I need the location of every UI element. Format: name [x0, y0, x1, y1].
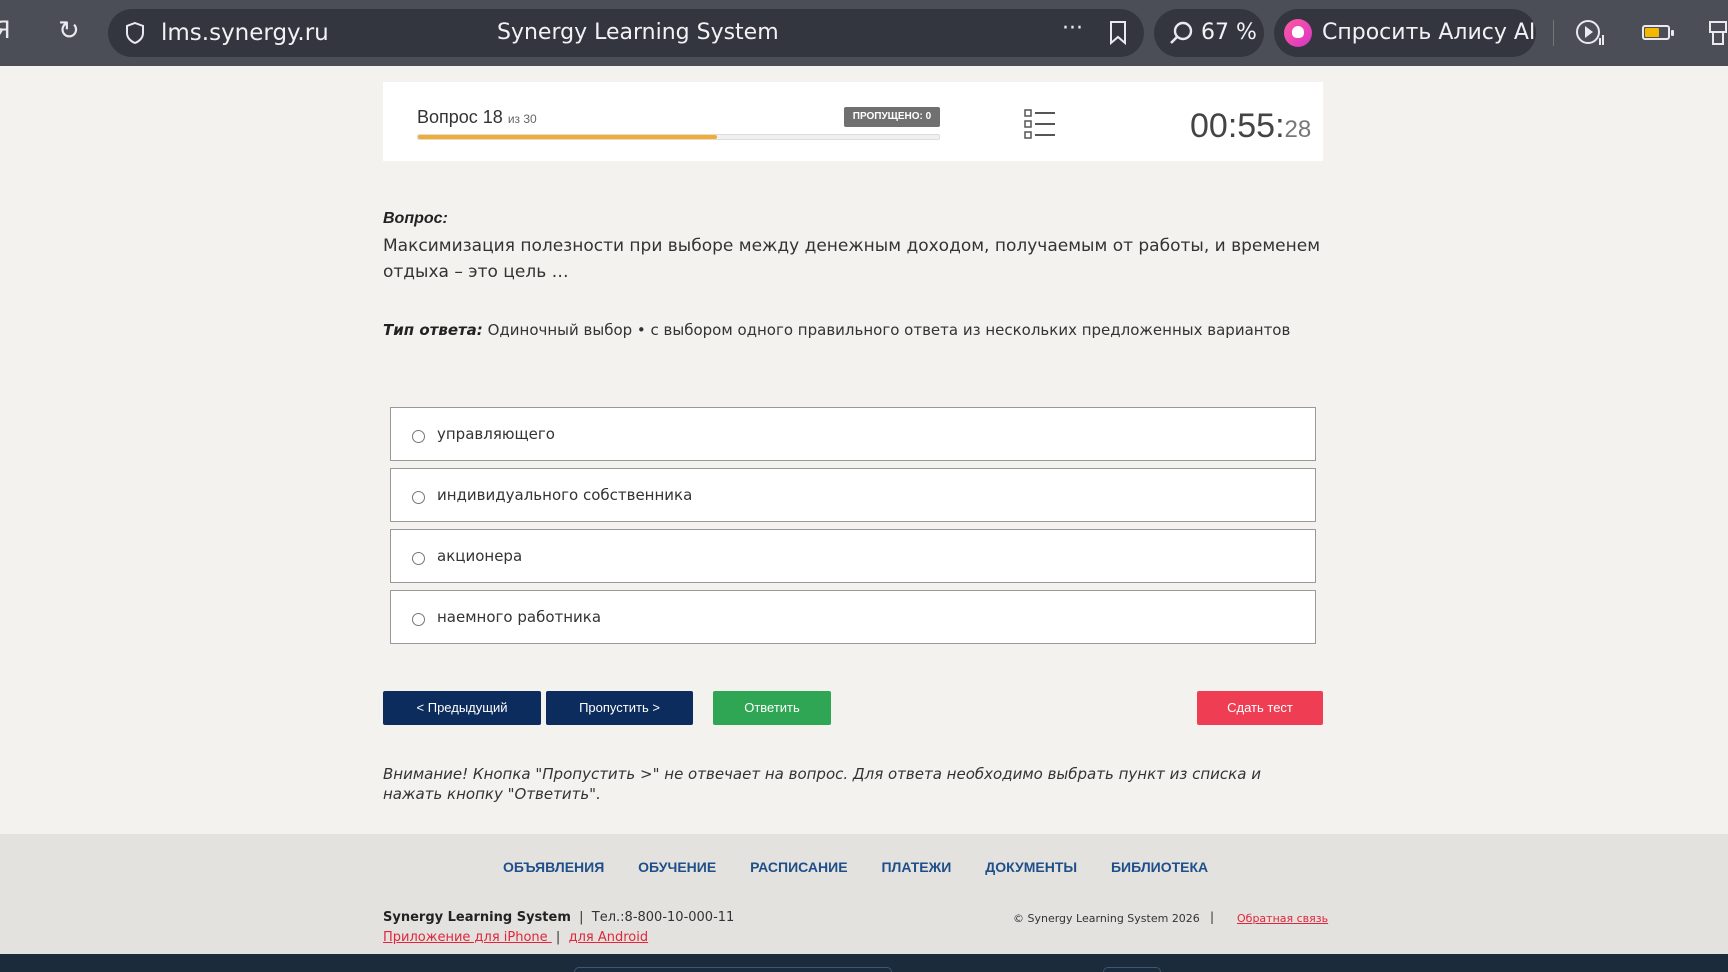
radio-button[interactable]	[412, 430, 425, 443]
countdown-timer: 00:55:28	[1190, 107, 1311, 146]
zoom-magnifier-icon[interactable]	[1168, 20, 1194, 46]
footer	[0, 834, 1728, 954]
answer-type-label: Тип ответа:	[383, 321, 483, 339]
answer-type-value: Одиночный выбор • с выбором одного прави…	[482, 321, 1291, 339]
footer-divider: |	[551, 930, 565, 945]
question-counter: Вопрос 18 из 30	[417, 107, 537, 128]
radio-button[interactable]	[412, 491, 425, 504]
shield-icon[interactable]	[124, 21, 146, 45]
answer-option[interactable]: индивидуального собственника	[390, 468, 1316, 522]
toolbar-divider	[1553, 20, 1554, 46]
footer-contact: Synergy Learning System | Тел.:8-800-10-…	[383, 910, 734, 925]
footer-app-links: Приложение для iPhone | для Android	[383, 930, 648, 945]
browser-toolbar: Я ↻ lms.synergy.ru Synergy Learning Syst…	[0, 0, 1728, 66]
page-title-in-address-bar: Synergy Learning System	[497, 20, 779, 45]
answer-button[interactable]: Ответить	[713, 691, 831, 725]
reload-icon[interactable]: ↻	[58, 18, 80, 44]
question-text: Максимизация полезности при выборе между…	[383, 236, 1321, 282]
answer-option-label: наемного работника	[437, 608, 602, 626]
taskbar-search[interactable]	[574, 967, 892, 972]
footer-nav: ОБЪЯВЛЕНИЯ ОБУЧЕНИЕ РАСПИСАНИЕ ПЛАТЕЖИ Д…	[503, 859, 1238, 875]
answer-option[interactable]: наемного работника	[390, 590, 1316, 644]
progress-bar	[417, 134, 940, 140]
yandex-logo-icon[interactable]: Я	[0, 18, 11, 42]
question-number: Вопрос 18	[417, 107, 503, 127]
footer-nav-library[interactable]: БИБЛИОТЕКА	[1111, 859, 1208, 875]
ask-alice-label[interactable]: Спросить Алису AI	[1322, 20, 1535, 45]
answer-type: Тип ответа: Одиночный выбор • с выбором …	[383, 321, 1290, 339]
question-heading: Вопрос:	[383, 210, 448, 227]
timer-seconds: 28	[1284, 116, 1312, 143]
footer-phone: Тел.:8-800-10-000-11	[591, 910, 735, 925]
zoom-level[interactable]: 67 %	[1201, 20, 1257, 45]
extensions-icon[interactable]	[1706, 18, 1728, 48]
url-text[interactable]: lms.synergy.ru	[161, 20, 329, 46]
footer-nav-announcements[interactable]: ОБЪЯВЛЕНИЯ	[503, 859, 604, 875]
bookmark-icon[interactable]	[1107, 20, 1129, 46]
answer-option-label: акционера	[437, 547, 523, 565]
android-app-link[interactable]: для Android	[569, 930, 649, 945]
footer-nav-documents[interactable]: ДОКУМЕНТЫ	[985, 859, 1077, 875]
answer-option[interactable]: акционера	[390, 529, 1316, 583]
question-list-icon[interactable]	[1024, 109, 1056, 139]
skipped-count-badge: ПРОПУЩЕНО: 0	[844, 107, 940, 127]
answer-option[interactable]: управляющего	[390, 407, 1316, 461]
previous-button[interactable]: < Предыдущий	[383, 691, 541, 725]
footer-divider: |	[1210, 910, 1215, 924]
submit-test-button[interactable]: Сдать тест	[1197, 691, 1323, 725]
feedback-link[interactable]: Обратная связь	[1237, 912, 1328, 925]
answer-option-label: управляющего	[437, 425, 555, 443]
media-play-icon[interactable]	[1575, 18, 1607, 48]
progress-bar-fill	[418, 135, 717, 139]
skip-warning-text: Внимание! Кнопка "Пропустить >" не отвеч…	[383, 765, 1261, 803]
skip-button[interactable]: Пропустить >	[546, 691, 693, 725]
radio-button[interactable]	[412, 552, 425, 565]
more-options-icon[interactable]: ···	[1062, 18, 1083, 40]
footer-nav-schedule[interactable]: РАСПИСАНИЕ	[750, 859, 848, 875]
radio-button[interactable]	[412, 613, 425, 626]
footer-copyright: © Synergy Learning System 2026	[1013, 912, 1200, 925]
footer-divider: |	[575, 910, 588, 925]
footer-nav-learning[interactable]: ОБУЧЕНИЕ	[638, 859, 716, 875]
footer-nav-payments[interactable]: ПЛАТЕЖИ	[881, 859, 951, 875]
footer-brand: Synergy Learning System	[383, 910, 571, 925]
iphone-app-link[interactable]: Приложение для iPhone	[383, 930, 552, 945]
battery-icon[interactable]	[1642, 25, 1674, 40]
alice-icon	[1284, 19, 1312, 47]
timer-main: 00:55:	[1190, 107, 1285, 145]
answer-option-label: индивидуального собственника	[437, 486, 693, 504]
taskbar-app[interactable]	[1103, 967, 1161, 972]
question-total: из 30	[507, 112, 537, 126]
